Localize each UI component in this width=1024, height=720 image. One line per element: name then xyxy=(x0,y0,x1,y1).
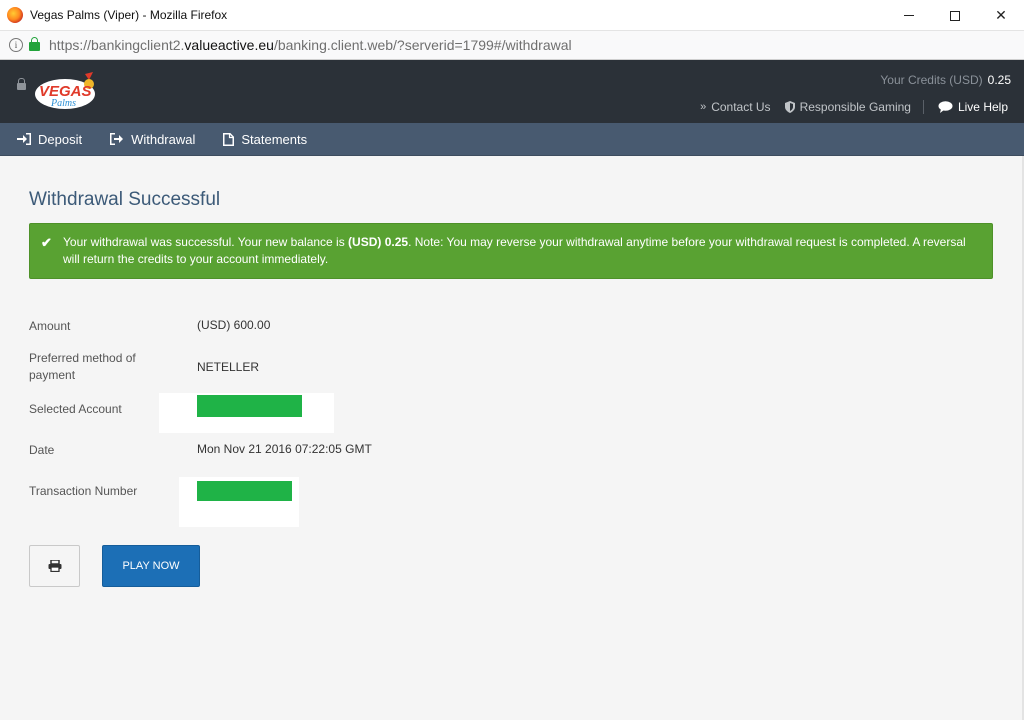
alert-balance: (USD) 0.25 xyxy=(348,235,409,249)
shield-icon xyxy=(784,101,795,113)
minimize-button[interactable] xyxy=(886,0,932,31)
url-prefix: https://bankingclient2. xyxy=(49,37,185,53)
transaction-value-redacted xyxy=(197,481,292,504)
tab-deposit-label: Deposit xyxy=(38,131,83,147)
main-nav: Deposit Withdrawal Statements xyxy=(0,123,1024,156)
firefox-icon xyxy=(7,7,23,23)
contact-us-label: Contact Us xyxy=(711,100,771,114)
live-help-link[interactable]: Live Help xyxy=(938,100,1008,114)
tab-deposit[interactable]: Deposit xyxy=(17,132,82,147)
transaction-label: Transaction Number xyxy=(29,484,138,498)
date-label: Date xyxy=(29,443,55,457)
credits-label: Your Credits (USD) xyxy=(880,73,983,87)
sign-in-icon xyxy=(17,133,31,145)
check-icon: ✔ xyxy=(41,235,52,250)
date-value: Mon Nov 21 2016 07:22:05 GMT xyxy=(197,442,372,456)
header-links: » Contact Us Responsible Gaming Live Hel… xyxy=(686,100,1008,114)
logo-sub: Palms xyxy=(50,98,76,109)
vegas-palms-logo[interactable]: VEGAS Palms xyxy=(33,70,97,112)
amount-value: (USD) 600.00 xyxy=(197,318,271,332)
url-text[interactable]: https://bankingclient2.valueactive.eu/ba… xyxy=(49,37,572,53)
lock-icon xyxy=(17,78,26,90)
play-now-button[interactable]: PLAY NOW xyxy=(102,545,200,587)
account-label: Selected Account xyxy=(29,402,122,416)
maximize-icon xyxy=(950,10,960,21)
document-icon xyxy=(223,132,235,146)
chat-bubble-icon xyxy=(938,101,953,113)
account-value-redacted xyxy=(197,395,302,420)
window-title: Vegas Palms (Viper) - Mozilla Firefox xyxy=(30,8,228,22)
method-label: Preferred method of payment xyxy=(29,351,136,382)
alert-text-before: Your withdrawal was successful. Your new… xyxy=(63,235,349,249)
header-link-divider xyxy=(922,100,924,114)
double-chevron-icon: » xyxy=(700,101,707,113)
sign-out-icon xyxy=(110,133,124,145)
redaction-mark xyxy=(197,395,302,417)
tab-withdrawal-label: Withdrawal xyxy=(131,131,196,147)
close-icon: ✕ xyxy=(995,7,1007,23)
maximize-button[interactable] xyxy=(932,0,978,31)
site-header: VEGAS Palms Your Credits (USD) 0.25 » Con… xyxy=(0,60,1024,123)
lock-icon[interactable] xyxy=(29,37,40,51)
tab-statements-label: Statements xyxy=(241,131,308,147)
success-alert: ✔ Your withdrawal was successful. Your n… xyxy=(29,223,993,279)
responsible-gaming-link[interactable]: Responsible Gaming xyxy=(784,100,911,114)
printer-icon xyxy=(48,560,61,572)
amount-label: Amount xyxy=(29,319,71,333)
credits-display: Your Credits (USD) 0.25 xyxy=(880,73,1011,87)
redaction-mark xyxy=(197,481,292,501)
minimize-icon xyxy=(904,15,914,16)
url-suffix: /banking.client.web/?serverid=1799#/with… xyxy=(273,37,572,53)
window-controls: ✕ xyxy=(886,0,1024,31)
print-button[interactable] xyxy=(29,545,80,587)
contact-us-link[interactable]: » Contact Us xyxy=(700,100,770,114)
method-value: NETELLER xyxy=(197,360,260,374)
info-icon[interactable]: i xyxy=(9,38,23,52)
tab-statements[interactable]: Statements xyxy=(223,132,307,147)
window-titlebar: Vegas Palms (Viper) - Mozilla Firefox ✕ xyxy=(0,0,1024,31)
page-title: Withdrawal Successful xyxy=(29,189,221,210)
tab-withdrawal[interactable]: Withdrawal xyxy=(110,132,195,147)
credits-value: 0.25 xyxy=(987,73,1011,87)
responsible-gaming-label: Responsible Gaming xyxy=(799,100,911,114)
address-bar[interactable]: i https://bankingclient2.valueactive.eu/… xyxy=(0,31,1024,60)
close-button[interactable]: ✕ xyxy=(978,0,1024,31)
live-help-label: Live Help xyxy=(957,100,1008,114)
url-domain: valueactive.eu xyxy=(184,37,274,53)
